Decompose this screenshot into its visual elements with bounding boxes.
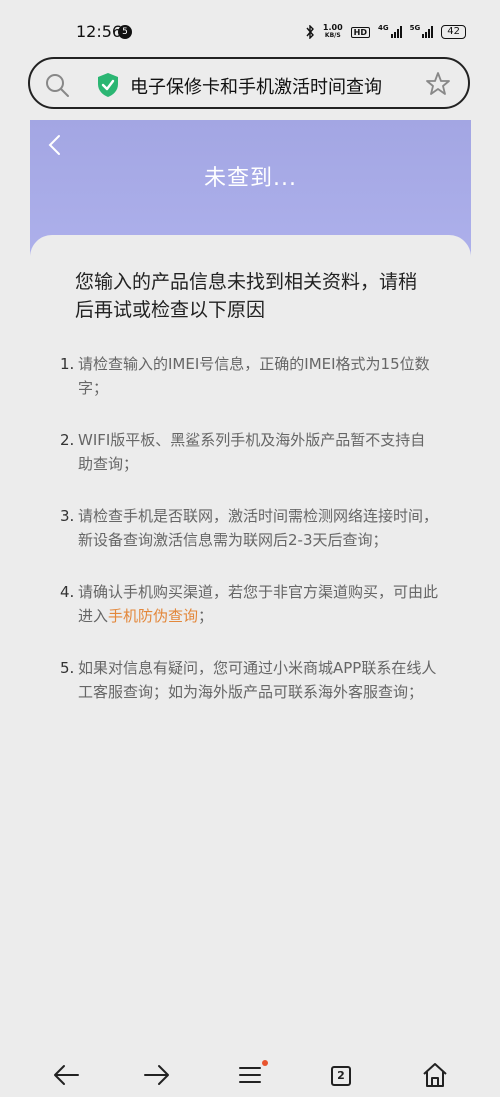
hd-badge: HD bbox=[350, 26, 371, 38]
status-time: 12:56 bbox=[76, 22, 123, 41]
notification-badge: 5 bbox=[118, 25, 132, 39]
net-speed-unit: KB/S bbox=[324, 32, 341, 39]
page-title[interactable]: 电子保修卡和手机激活时间查询 bbox=[130, 73, 382, 99]
back-arrow-icon[interactable] bbox=[52, 1061, 80, 1089]
list-item: 4. 请确认手机购买渠道，若您于非官方渠道购买，可由此进入手机防伪查询； bbox=[60, 580, 440, 628]
menu-badge-dot bbox=[262, 1060, 268, 1066]
battery-indicator: 42 bbox=[441, 25, 466, 39]
item-number: 2. bbox=[60, 431, 75, 449]
item-text-end: ； bbox=[198, 607, 214, 625]
item-text: 请检查手机是否联网，激活时间需检测网络连接时间，新设备查询激活信息需为联网后2-… bbox=[78, 507, 439, 549]
reason-list: 1. 请检查输入的IMEI号信息，正确的IMEI格式为15位数字； 2. WIF… bbox=[60, 352, 440, 732]
web-page: 未查到... 您输入的产品信息未找到相关资料，请稍后再试或检查以下原因 1. 请… bbox=[30, 120, 471, 1097]
signal-icon bbox=[422, 26, 434, 38]
item-text: 请检查输入的IMEI号信息，正确的IMEI格式为15位数字； bbox=[78, 355, 430, 397]
bluetooth-icon bbox=[306, 25, 314, 39]
list-item: 1. 请检查输入的IMEI号信息，正确的IMEI格式为15位数字； bbox=[60, 352, 440, 400]
status-icons: 1.00 KB/S HD 4G 5G 42 bbox=[305, 24, 466, 40]
address-bar[interactable]: 电子保修卡和手机激活时间查询 bbox=[28, 57, 470, 109]
star-icon[interactable] bbox=[424, 70, 452, 98]
back-icon[interactable] bbox=[46, 134, 64, 156]
item-text: 如果对信息有疑问，您可通过小米商城APP联系在线人工客服查询；如为海外版产品可联… bbox=[78, 659, 437, 701]
home-icon[interactable] bbox=[421, 1061, 449, 1089]
item-number: 3. bbox=[60, 507, 75, 525]
bottom-navigation bbox=[0, 1055, 500, 1097]
list-item: 3. 请检查手机是否联网，激活时间需检测网络连接时间，新设备查询激活信息需为联网… bbox=[60, 504, 440, 552]
forward-arrow-icon[interactable] bbox=[143, 1061, 171, 1089]
tabs-button[interactable]: 2 bbox=[331, 1066, 351, 1086]
item-number: 1. bbox=[60, 355, 75, 373]
anti-counterfeit-link[interactable]: 手机防伪查询 bbox=[108, 607, 198, 625]
net-speed-value: 1.00 bbox=[322, 23, 343, 32]
hero-title: 未查到... bbox=[204, 166, 297, 191]
result-heading: 您输入的产品信息未找到相关资料，请稍后再试或检查以下原因 bbox=[75, 271, 418, 321]
search-icon[interactable] bbox=[44, 72, 70, 98]
signal-4g-label: 4G bbox=[378, 24, 389, 32]
item-text: WIFI版平板、黑鲨系列手机及海外版产品暂不支持自助查询； bbox=[78, 431, 426, 473]
signal-icon bbox=[390, 26, 402, 38]
shield-check-icon bbox=[98, 73, 118, 97]
signal-5g-label: 5G bbox=[409, 24, 421, 32]
status-bar: 12:56 5 1.00 KB/S HD 4G 5G 42 bbox=[0, 0, 500, 58]
list-item: 2. WIFI版平板、黑鲨系列手机及海外版产品暂不支持自助查询； bbox=[60, 428, 440, 476]
menu-icon[interactable] bbox=[238, 1061, 262, 1089]
list-item: 5. 如果对信息有疑问，您可通过小米商城APP联系在线人工客服查询；如为海外版产… bbox=[60, 656, 440, 704]
item-number: 4. bbox=[60, 583, 75, 601]
net-speed: 1.00 KB/S bbox=[323, 24, 343, 40]
item-number: 5. bbox=[60, 659, 75, 677]
